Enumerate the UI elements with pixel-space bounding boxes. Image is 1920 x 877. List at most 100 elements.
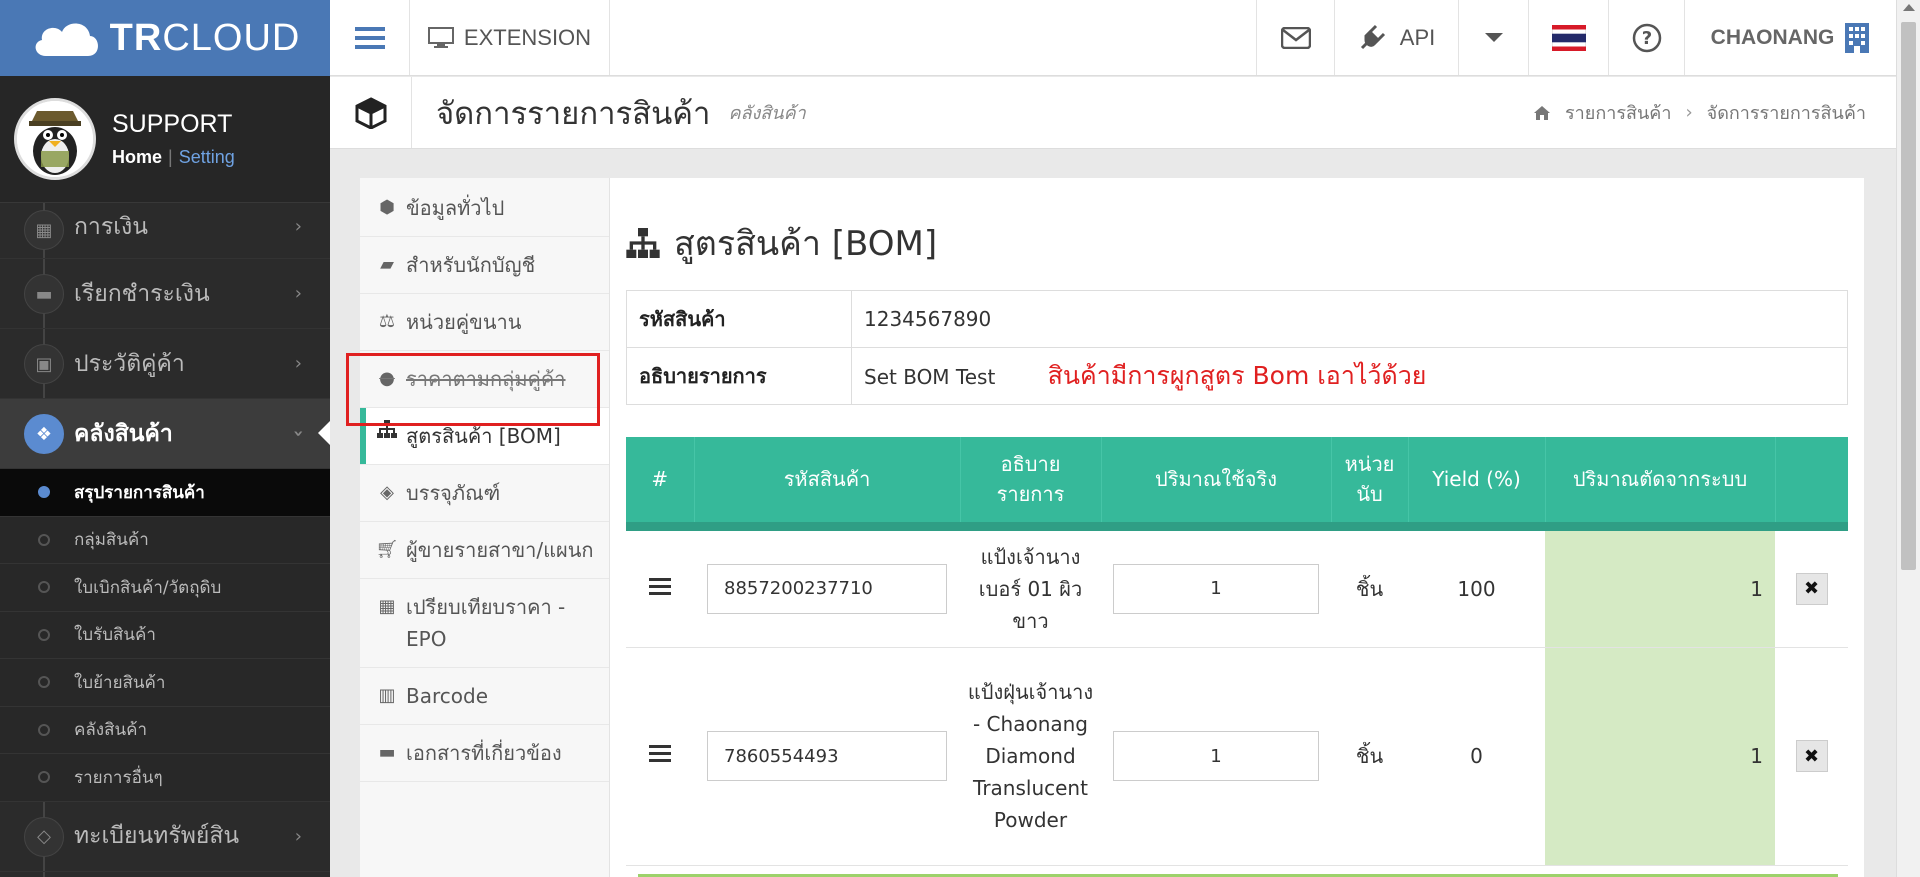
api-button[interactable]: API bbox=[1334, 0, 1458, 75]
annotation-highlight-box bbox=[346, 353, 600, 426]
product-code-input[interactable] bbox=[707, 731, 947, 781]
unit-cell: ชิ้น bbox=[1331, 526, 1408, 648]
description-cell: แป้งเจ้านาง เบอร์ 01 ผิวขาว bbox=[960, 526, 1101, 648]
scroll-up-icon[interactable] bbox=[1903, 4, 1915, 11]
setting-link[interactable]: Setting bbox=[179, 147, 235, 167]
sidebar-item-warehouse[interactable]: ❖ คลังสินค้า › bbox=[0, 399, 330, 469]
column-header-index: # bbox=[626, 437, 695, 531]
tab-label: เปรียบเทียบราคา - EPO bbox=[406, 595, 566, 651]
sidebar-item-label: ประวัติคู่ค้า bbox=[74, 350, 185, 377]
code-cell bbox=[694, 647, 960, 866]
tab-accountant[interactable]: ▰ สำหรับนักบัญชี bbox=[360, 237, 609, 294]
breadcrumb: รายการสินค้า › จัดการรายการสินค้า bbox=[1533, 98, 1866, 127]
tab-price-compare[interactable]: ▦ เปรียบเทียบราคา - EPO bbox=[360, 579, 609, 668]
product-code-input[interactable] bbox=[707, 563, 947, 614]
sidebar-subitem-label: ใบย้ายสินค้า bbox=[74, 672, 166, 693]
bom-items-table: # รหัสสินค้า อธิบาย รายการ ปริมาณใช้จริง … bbox=[626, 437, 1848, 866]
drag-handle[interactable] bbox=[626, 647, 694, 866]
sidebar-item-assets[interactable]: ◇ ทะเบียนทรัพย์สิน › bbox=[0, 802, 330, 872]
profile-name: SUPPORT bbox=[112, 110, 233, 138]
page-subtitle: คลังสินค้า bbox=[728, 103, 806, 124]
language-button[interactable] bbox=[1528, 0, 1608, 75]
cubes-icon: ❖ bbox=[24, 414, 64, 454]
mail-button[interactable] bbox=[1256, 0, 1334, 75]
page-scrollbar[interactable] bbox=[1896, 0, 1920, 877]
tab-label: ข้อมูลทั่วไป bbox=[406, 196, 505, 220]
system-qty-cell: 1 bbox=[1545, 647, 1775, 866]
breadcrumb-item-current: จัดการรายการสินค้า bbox=[1706, 103, 1866, 124]
sidebar-subitem-others[interactable]: รายการอื่นๆ bbox=[0, 754, 330, 802]
sidebar-subitem-requisition[interactable]: ใบเบิกสินค้า/วัตถุดิบ bbox=[0, 564, 330, 612]
caret-down-icon bbox=[1484, 33, 1503, 42]
bom-panel: สูตรสินค้า [BOM] รหัสสินค้า 1234567890 อ… bbox=[626, 218, 1848, 866]
sidebar-item-finance[interactable]: ▦ การเงิน › bbox=[0, 195, 330, 259]
book-icon: ▰ bbox=[380, 254, 394, 275]
sidebar-subitem-product-summary[interactable]: สรุปรายการสินค้า bbox=[0, 469, 330, 517]
envelope-icon bbox=[1280, 26, 1311, 49]
timeline-dot bbox=[38, 676, 50, 688]
cloud-icon bbox=[35, 23, 98, 57]
system-qty-cell: 1 bbox=[1545, 526, 1775, 648]
sidebar-subitem-label: รายการอื่นๆ bbox=[74, 767, 163, 788]
sidebar-subitem-goods-receipt[interactable]: ใบรับสินค้า bbox=[0, 611, 330, 659]
timeline-dot bbox=[38, 628, 50, 641]
bars-icon bbox=[649, 574, 671, 599]
sidebar-subitem-label: คลังสินค้า bbox=[74, 720, 148, 741]
drag-handle[interactable] bbox=[626, 526, 694, 648]
actual-qty-input[interactable] bbox=[1113, 563, 1319, 614]
question-circle-icon: ? bbox=[1632, 23, 1661, 52]
description-value: Set BOM Test bbox=[864, 365, 996, 389]
link-separator: | bbox=[168, 147, 173, 167]
code-cell bbox=[694, 526, 960, 648]
product-code-label: รหัสสินค้า bbox=[626, 290, 852, 348]
tab-general[interactable]: ⬢ ข้อมูลทั่วไป bbox=[360, 178, 609, 237]
tab-packaging[interactable]: ◈ บรรจุภัณฑ์ bbox=[360, 465, 609, 522]
chevron-right-icon: › bbox=[294, 825, 302, 847]
barcode-icon: ▥ bbox=[378, 685, 396, 706]
contact-icon: ▣ bbox=[24, 344, 64, 384]
column-header-unit: หน่วย นับ bbox=[1331, 437, 1409, 531]
table-row: แป้งเจ้านาง เบอร์ 01 ผิวขาว ชิ้น 100 1 ✖ bbox=[626, 526, 1848, 648]
delete-row-button[interactable]: ✖ bbox=[1795, 740, 1828, 772]
table-row: แป้งฝุ่นเจ้านาง - Chaonang Diamond Trans… bbox=[626, 647, 1848, 866]
sidebar-subitem-label: กลุ่มสินค้า bbox=[74, 530, 149, 551]
tab-documents[interactable]: ▬ เอกสารที่เกี่ยวข้อง bbox=[360, 725, 609, 782]
help-button[interactable]: ? bbox=[1608, 0, 1684, 75]
tab-label: Barcode bbox=[406, 684, 488, 708]
tab-branch-vendors[interactable]: 🛒︎ ผู้ขายรายสาขา/แผนก bbox=[360, 522, 609, 579]
sidebar-item-billing[interactable]: ▬ เรียกชำระเงิน › bbox=[0, 259, 330, 329]
home-link[interactable]: Home bbox=[112, 147, 162, 167]
company-button[interactable]: CHAONANG bbox=[1684, 0, 1896, 75]
menu-toggle-button[interactable] bbox=[330, 0, 410, 75]
diamond-icon: ◇ bbox=[24, 816, 64, 857]
actual-qty-cell bbox=[1101, 647, 1331, 866]
timeline-dot bbox=[38, 533, 50, 546]
actual-qty-input[interactable] bbox=[1113, 731, 1319, 781]
breadcrumb-item-products[interactable]: รายการสินค้า bbox=[1565, 98, 1671, 127]
tab-parallel-units[interactable]: ⚖ หน่วยคู่ขนาน bbox=[360, 294, 609, 351]
unit-cell: ชิ้น bbox=[1331, 647, 1408, 866]
tab-barcode[interactable]: ▥ Barcode bbox=[360, 668, 609, 725]
sidebar-subitem-transfer[interactable]: ใบย้ายสินค้า bbox=[0, 659, 330, 707]
chevron-down-icon: › bbox=[287, 429, 309, 438]
sidebar-subitem-product-group[interactable]: กลุ่มสินค้า bbox=[0, 516, 330, 564]
scroll-thumb[interactable] bbox=[1901, 22, 1916, 570]
delete-row-button[interactable]: ✖ bbox=[1795, 572, 1828, 605]
sidebar-subitem-label: สรุปรายการสินค้า bbox=[74, 482, 205, 503]
company-name: CHAONANG bbox=[1710, 25, 1835, 49]
dropdown-button[interactable] bbox=[1458, 0, 1528, 75]
product-code-value: 1234567890 bbox=[851, 290, 1848, 348]
extension-button[interactable]: EXTENSION bbox=[410, 0, 610, 75]
tab-label: สำหรับนักบัญชี bbox=[406, 253, 536, 277]
avatar[interactable] bbox=[14, 98, 96, 180]
yield-cell: 100 bbox=[1408, 526, 1545, 648]
folder-icon: ▬ bbox=[378, 742, 396, 763]
sidebar-item-label: ทะเบียนทรัพย์สิน bbox=[74, 823, 240, 849]
scale-icon: ⚖ bbox=[378, 311, 396, 332]
annotation-text: สินค้ามีการผูกสูตร Bom เอาไว้ด้วย bbox=[1047, 361, 1427, 390]
credit-card-icon: ▬ bbox=[24, 274, 64, 314]
sidebar-item-partner-history[interactable]: ▣ ประวัติคู่ค้า › bbox=[0, 329, 330, 399]
brand-logo[interactable]: TRCLOUD bbox=[0, 0, 330, 76]
sidebar-subitem-warehouse[interactable]: คลังสินค้า bbox=[0, 706, 330, 754]
column-header-description: อธิบาย รายการ bbox=[960, 437, 1102, 531]
